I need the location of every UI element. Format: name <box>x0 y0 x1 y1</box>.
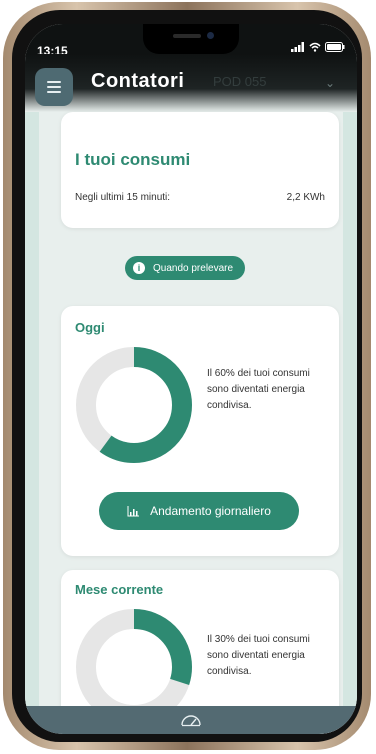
consumi-row: Negli ultimi 15 minuti: 2,2 KWh <box>75 192 325 203</box>
consumi-title: I tuoi consumi <box>75 150 191 169</box>
signal-icon <box>291 42 304 52</box>
notch <box>143 24 239 54</box>
mese-description: Il 30% dei tuoi consumi sono diventati e… <box>207 634 310 677</box>
oggi-title: Oggi <box>75 320 105 335</box>
info-icon: i <box>133 262 145 274</box>
oggi-description: Il 60% dei tuoi consumi sono diventati e… <box>207 368 310 411</box>
oggi-donut-chart <box>76 347 192 463</box>
gauge-icon[interactable] <box>180 713 202 727</box>
page-title: Contatori <box>91 70 185 92</box>
quando-prelevare-button[interactable]: i Quando prelevare <box>125 256 246 280</box>
consumi-label: Negli ultimi 15 minuti: <box>75 192 171 203</box>
menu-button[interactable] <box>35 68 73 106</box>
wifi-icon <box>309 42 321 52</box>
battery-icon <box>325 42 345 52</box>
mese-title: Mese corrente <box>75 582 164 597</box>
andamento-giornaliero-button[interactable]: Andamento giornaliero <box>99 492 299 530</box>
chevron-down-icon[interactable]: ⌄ <box>325 76 335 90</box>
app-header <box>25 54 357 112</box>
consumi-value: 2,2 KWh <box>286 192 325 203</box>
screen: 13:15 I tuoi consumi Negli ultimi 15 min… <box>25 24 357 734</box>
andamento-label: Andamento giornaliero <box>150 504 271 518</box>
main-content: I tuoi consumi Negli ultimi 15 minuti: 2… <box>25 112 357 734</box>
pod-selector-label[interactable]: POD 055 <box>213 74 266 89</box>
consumi-card: I tuoi consumi Negli ultimi 15 minuti: 2… <box>61 112 339 228</box>
hamburger-menu-icon <box>47 81 61 83</box>
quando-prelevare-label: Quando prelevare <box>153 262 234 274</box>
bottom-bar <box>25 706 357 734</box>
bar-chart-icon <box>127 505 140 516</box>
oggi-card: Oggi Il 60% dei tuoi consumi sono divent… <box>61 306 339 556</box>
status-icons <box>291 42 345 52</box>
